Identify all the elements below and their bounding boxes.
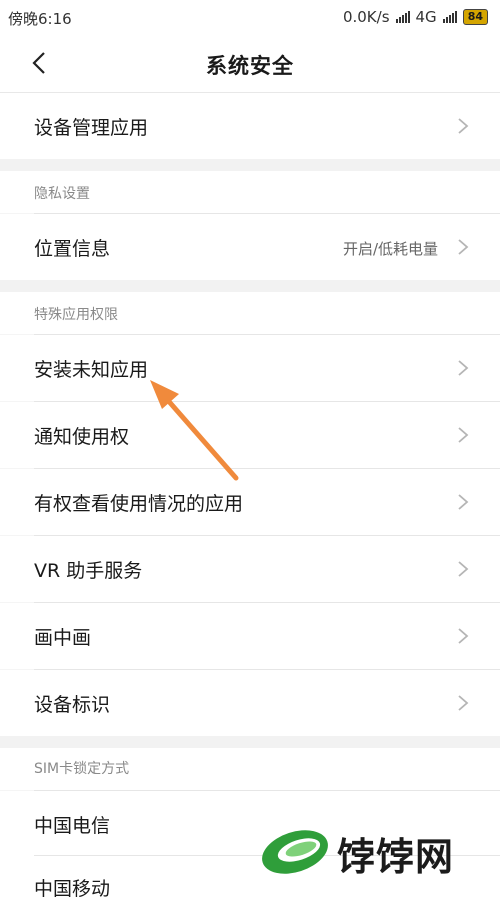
row-picture-in-picture[interactable]: 画中画 <box>0 603 500 669</box>
signal-icon <box>395 11 410 23</box>
status-time: 傍晚6:16 <box>8 10 72 28</box>
row-label: 通知使用权 <box>34 426 130 448</box>
section-gap <box>0 280 500 292</box>
chevron-right-icon <box>458 360 469 376</box>
chevron-right-icon <box>458 494 469 510</box>
page-title: 系统安全 <box>206 54 294 78</box>
signal-icon-2 <box>442 11 457 23</box>
row-value: 开启/低耗电量 <box>342 240 438 258</box>
row-usage-access[interactable]: 有权查看使用情况的应用 <box>0 469 500 535</box>
chevron-right-icon <box>458 695 469 711</box>
row-label: 设备标识 <box>34 694 111 716</box>
watermark-logo: 饽饽网 <box>255 822 495 889</box>
row-install-unknown-apps[interactable]: 安装未知应用 <box>0 335 500 401</box>
row-label: 画中画 <box>34 627 92 649</box>
chevron-right-icon <box>458 239 469 255</box>
section-gap <box>0 159 500 171</box>
section-header-sim-lock: SIM卡锁定方式 <box>0 748 500 790</box>
row-vr-helper[interactable]: VR 助手服务 <box>0 536 500 602</box>
row-notification-access[interactable]: 通知使用权 <box>0 402 500 468</box>
row-label: 中国移动 <box>34 878 111 900</box>
row-location[interactable]: 位置信息 开启/低耗电量 <box>0 214 500 280</box>
title-bar: 系统安全 <box>0 34 500 93</box>
row-label: 安装未知应用 <box>34 359 149 381</box>
status-bar: 傍晚6:16 0.0K/s 4G 84 <box>0 0 500 34</box>
row-label: 有权查看使用情况的应用 <box>34 493 244 515</box>
chevron-right-icon <box>458 427 469 443</box>
leaf-logo-icon <box>262 830 328 874</box>
row-label: 位置信息 <box>34 238 111 260</box>
section-title: 特殊应用权限 <box>34 307 118 323</box>
row-label: 设备管理应用 <box>34 117 149 139</box>
section-title: 隐私设置 <box>34 186 90 202</box>
section-header-special-permissions: 特殊应用权限 <box>0 292 500 334</box>
row-device-admin[interactable]: 设备管理应用 <box>0 93 500 159</box>
network-speed: 0.0K/s <box>342 8 390 26</box>
section-gap <box>0 736 500 748</box>
chevron-right-icon <box>458 628 469 644</box>
row-device-id[interactable]: 设备标识 <box>0 670 500 736</box>
network-type: 4G <box>415 8 437 26</box>
row-label: VR 助手服务 <box>34 560 143 582</box>
section-header-privacy: 隐私设置 <box>0 171 500 213</box>
row-label: 中国电信 <box>34 815 111 837</box>
chevron-right-icon <box>458 118 469 134</box>
section-title: SIM卡锁定方式 <box>34 761 130 777</box>
watermark-text: 饽饽网 <box>337 835 455 879</box>
battery-icon: 84 <box>462 9 488 25</box>
status-indicators: 0.0K/s 4G 84 <box>343 8 488 26</box>
chevron-right-icon <box>458 561 469 577</box>
